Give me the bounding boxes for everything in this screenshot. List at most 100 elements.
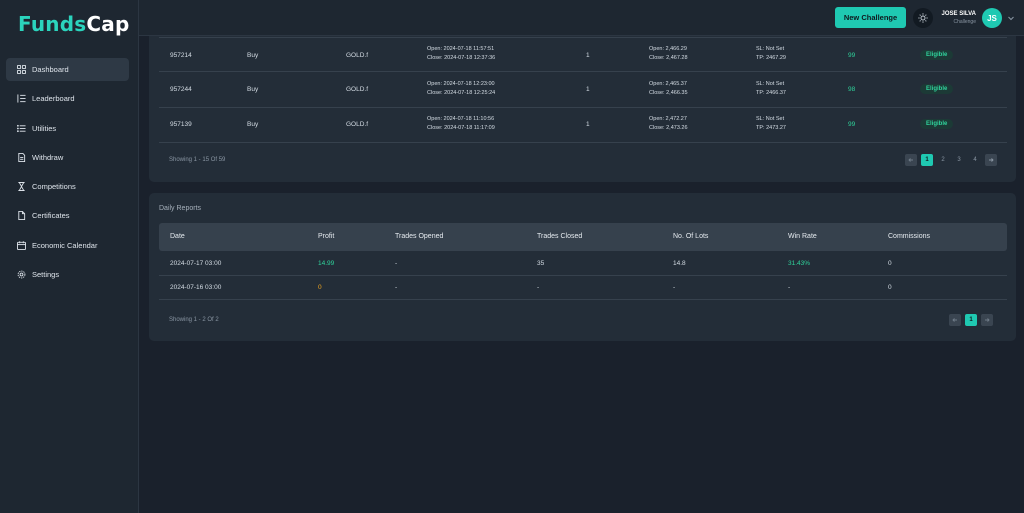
trade-open-time: Open: 2024-07-18 11:10:56 [427, 116, 495, 122]
sidebar-item-dashboard[interactable]: Dashboard [6, 58, 129, 81]
trade-prices: Open: 2,466.29 Close: 2,467.28 [649, 45, 688, 63]
trade-open-time: Open: 2024-07-18 11:57:51 [427, 46, 495, 52]
trade-type: Buy [247, 86, 259, 93]
status-badge: Eligible [920, 50, 954, 60]
sidebar-item-settings[interactable]: Settings [6, 263, 129, 286]
sidebar-item-economic-calendar[interactable]: Economic Calendar [6, 234, 129, 257]
pagination: 1 2 3 4 [905, 154, 997, 166]
page-button-4[interactable]: 4 [969, 154, 981, 166]
trade-type: Buy [247, 52, 259, 59]
report-profit: 0 [318, 284, 322, 291]
file-icon [17, 211, 26, 221]
document-icon [17, 152, 26, 162]
report-win-rate: - [788, 284, 791, 291]
trade-id: 957214 [170, 52, 192, 59]
trade-symbol: GOLD.f [346, 121, 369, 128]
list-ordered-icon [17, 94, 26, 103]
column-header-profit: Profit [318, 233, 335, 240]
user-role: Challenge [953, 19, 976, 25]
trade-times: Open: 2024-07-18 12:23:00 Close: 2024-07-… [427, 80, 495, 98]
table-row[interactable]: 2024-07-17 03:00 14.99 - 35 14.8 31.43% … [159, 252, 1007, 276]
chevron-down-icon[interactable] [1007, 14, 1015, 22]
prev-page-button[interactable] [905, 154, 917, 166]
arrow-left-icon [908, 158, 913, 162]
pagination: 1 [949, 314, 993, 326]
calendar-icon [17, 241, 26, 250]
sidebar-item-competitions[interactable]: Competitions [6, 175, 129, 198]
report-date: 2024-07-16 03:00 [170, 284, 222, 291]
column-header-date: Date [170, 233, 185, 240]
column-header-trades-closed: Trades Closed [537, 233, 583, 240]
grid-icon [17, 65, 26, 74]
trade-id: 957244 [170, 86, 192, 93]
section-title: Daily Reports [159, 205, 202, 212]
list-icon [17, 124, 26, 133]
column-header-win-rate: Win Rate [788, 233, 817, 240]
trade-open-price: Open: 2,465.37 [649, 81, 687, 87]
column-header-lots: No. Of Lots [673, 233, 709, 240]
report-trades-closed: 35 [537, 260, 545, 267]
page-button-3[interactable]: 3 [953, 154, 965, 166]
page-button-1[interactable]: 1 [965, 314, 977, 326]
sidebar-item-label: Leaderboard [32, 94, 75, 104]
report-commissions: 0 [888, 284, 892, 291]
report-commissions: 0 [888, 260, 892, 267]
page-button-1[interactable]: 1 [921, 154, 933, 166]
trade-close-time: Close: 2024-07-18 11:17:09 [427, 125, 495, 131]
trade-times: Open: 2024-07-18 11:57:51 Close: 2024-07-… [427, 45, 495, 63]
table-row[interactable]: 957139 Buy GOLD.f Open: 2024-07-18 11:10… [159, 108, 1007, 143]
brand-part2: Cap [86, 12, 130, 36]
status-badge: Eligible [920, 119, 954, 129]
trade-close-price: Close: 2,467.28 [649, 55, 688, 61]
trade-profit: 99 [848, 52, 856, 59]
hourglass-icon [17, 182, 26, 192]
trade-sl: SL: Not Set [756, 46, 785, 52]
trade-symbol: GOLD.f [346, 52, 369, 59]
trades-card: 957214 Buy GOLD.f Open: 2024-07-18 11:57… [149, 36, 1016, 182]
trade-close-price: Close: 2,466.35 [649, 90, 688, 96]
sidebar-item-label: Settings [32, 270, 60, 280]
sidebar-item-utilities[interactable]: Utilities [6, 117, 129, 140]
report-lots: - [673, 284, 676, 291]
status-badge: Eligible [920, 84, 954, 94]
prev-page-button[interactable] [949, 314, 961, 326]
trade-times: Open: 2024-07-18 11:10:56 Close: 2024-07-… [427, 115, 495, 133]
sidebar-item-withdraw[interactable]: Withdraw [6, 146, 129, 169]
table-row[interactable]: 957214 Buy GOLD.f Open: 2024-07-18 11:57… [159, 37, 1007, 72]
trade-prices: Open: 2,472.27 Close: 2,473.26 [649, 115, 688, 133]
trade-close-time: Close: 2024-07-18 12:25:24 [427, 90, 496, 96]
trade-profit: 98 [848, 86, 856, 93]
trade-type: Buy [247, 121, 259, 128]
table-header: Date Profit Trades Opened Trades Closed … [159, 223, 1007, 251]
report-date: 2024-07-17 03:00 [170, 260, 222, 267]
table-row[interactable]: 2024-07-16 03:00 0 - - - - 0 [159, 276, 1007, 300]
sidebar-nav: Dashboard Leaderboard Utilities Withdraw… [6, 58, 129, 292]
gear-icon [17, 270, 26, 279]
trade-sl: SL: Not Set [756, 81, 785, 87]
brand-logo[interactable]: FundsCap [18, 12, 129, 36]
arrow-right-icon [989, 158, 994, 162]
trade-tp: TP: 2473.27 [756, 125, 786, 131]
trade-close-time: Close: 2024-07-18 12:37:36 [427, 55, 496, 61]
trade-lots: 1 [586, 52, 590, 59]
trade-sl: SL: Not Set [756, 116, 785, 122]
trade-prices: Open: 2,465.37 Close: 2,466.35 [649, 80, 688, 98]
new-challenge-button[interactable]: New Challenge [835, 7, 906, 28]
table-row[interactable]: 957244 Buy GOLD.f Open: 2024-07-18 12:23… [159, 73, 1007, 108]
column-header-trades-opened: Trades Opened [395, 233, 444, 240]
trade-sltp: SL: Not Set TP: 2473.27 [756, 115, 786, 133]
avatar[interactable]: JS [982, 8, 1002, 28]
arrow-right-icon [985, 318, 990, 322]
daily-reports-card: Daily Reports Date Profit Trades Opened … [149, 193, 1016, 341]
page-button-2[interactable]: 2 [937, 154, 949, 166]
trade-tp: TP: 2467.29 [756, 55, 786, 61]
sidebar: FundsCap Dashboard Leaderboard Utilities… [0, 0, 139, 513]
sidebar-item-label: Competitions [32, 182, 76, 192]
next-page-button[interactable] [981, 314, 993, 326]
next-page-button[interactable] [985, 154, 997, 166]
sidebar-item-leaderboard[interactable]: Leaderboard [6, 87, 129, 110]
sidebar-item-certificates[interactable]: Certificates [6, 204, 129, 227]
sidebar-item-label: Dashboard [32, 65, 69, 74]
brand-part1: Funds [18, 12, 87, 36]
trade-symbol: GOLD.f [346, 86, 369, 93]
